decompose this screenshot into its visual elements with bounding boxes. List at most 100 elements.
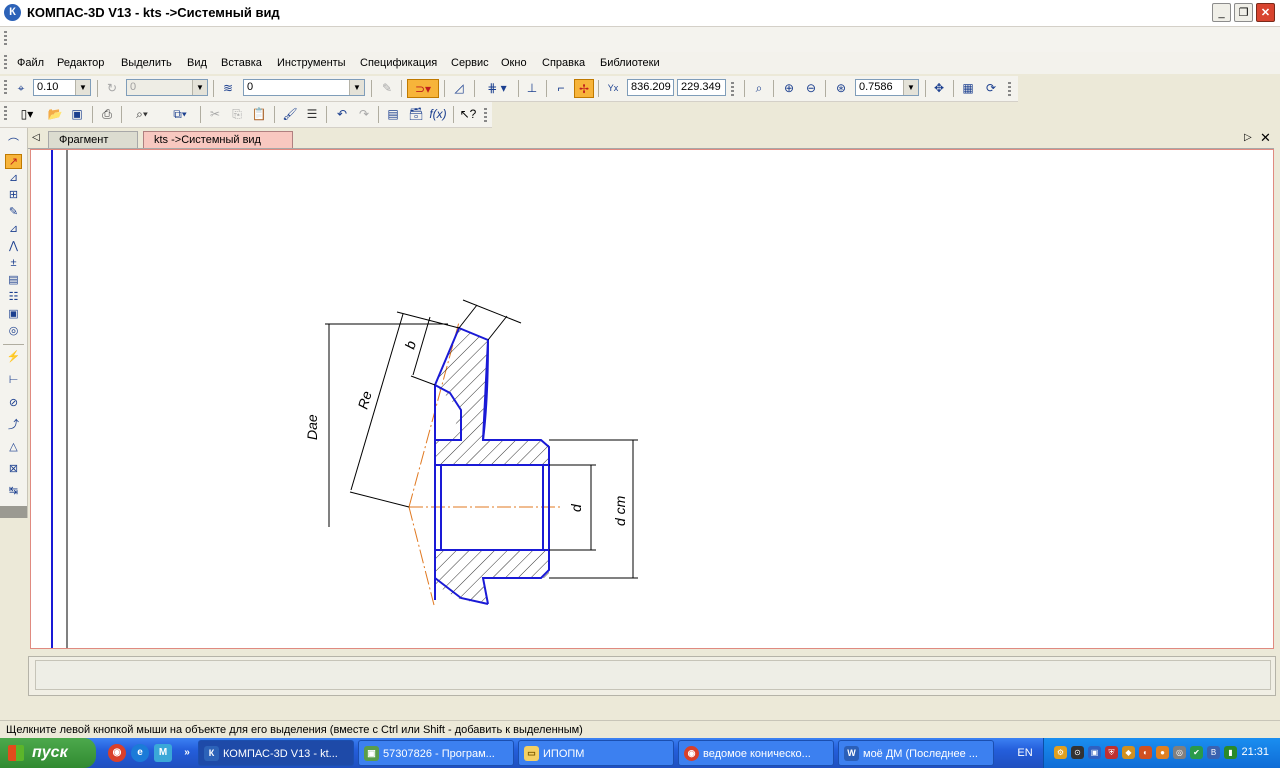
tray-volume-icon[interactable]: ◎: [1173, 746, 1186, 759]
local-cs-icon[interactable]: ⊥: [522, 79, 542, 98]
toolbar-grip[interactable]: [4, 31, 7, 47]
dimension-tool-icon[interactable]: ↹: [5, 484, 22, 499]
properties-list-icon[interactable]: ☰: [302, 105, 322, 124]
ie-quicklaunch-icon[interactable]: e: [131, 744, 149, 762]
dimensions-icon[interactable]: ⊿: [5, 171, 22, 186]
measure-icon[interactable]: ⋀: [5, 239, 22, 254]
tray-media-icon[interactable]: ◐: [1139, 746, 1152, 759]
print-preview-icon[interactable]: ⌕▾: [126, 105, 158, 124]
tray-usb-icon[interactable]: ✔: [1190, 746, 1203, 759]
grid-icon[interactable]: ⋕ ▾: [480, 79, 514, 98]
toolbar-grip[interactable]: [4, 106, 7, 122]
step-combo[interactable]: 0.10 ▼: [33, 79, 91, 96]
help-pointer-icon[interactable]: ↖?: [458, 105, 478, 124]
tray-shield-icon[interactable]: ⛨: [1105, 746, 1118, 759]
coord-y-field[interactable]: 229.349: [677, 79, 726, 96]
zoom-in-icon[interactable]: ⊕: [779, 79, 799, 98]
menu-libraries[interactable]: Библиотеки: [600, 57, 660, 69]
language-indicator[interactable]: EN: [1010, 738, 1040, 768]
spatial-curves-icon[interactable]: ⚡: [5, 350, 22, 365]
minimize-button[interactable]: _: [1212, 3, 1231, 22]
tray-network-icon[interactable]: ⚙: [1054, 746, 1067, 759]
tray-clock-icon[interactable]: ⊙: [1071, 746, 1084, 759]
toolbar-grip[interactable]: [484, 108, 487, 122]
task-word[interactable]: W моё ДМ (Последнее ...: [838, 740, 994, 766]
tab-system-view[interactable]: kts ->Системный вид: [143, 131, 293, 148]
ortho-icon[interactable]: ⌐: [551, 79, 571, 98]
quicklaunch-expand-icon[interactable]: »: [178, 744, 196, 762]
library-manager-icon[interactable]: 🗃: [406, 105, 426, 124]
task-kompas[interactable]: К КОМПАС-3D V13 - kt...: [198, 740, 354, 766]
tray-vk-icon[interactable]: B: [1207, 746, 1220, 759]
toolbar-grip[interactable]: [1008, 82, 1011, 96]
specification-icon[interactable]: ☷: [5, 290, 22, 305]
chevron-down-icon[interactable]: ▼: [903, 80, 918, 95]
menu-editor[interactable]: Редактор: [57, 57, 104, 69]
chevron-down-icon[interactable]: ▼: [75, 80, 90, 95]
zoom-window-icon[interactable]: ⌕: [749, 79, 769, 98]
layer-combo[interactable]: 0 ▼: [243, 79, 365, 96]
toolbar-grip[interactable]: [731, 82, 734, 96]
layers-icon[interactable]: ≋: [218, 79, 238, 98]
pan-icon[interactable]: ✥: [929, 79, 949, 98]
designations-icon[interactable]: ⊞: [5, 188, 22, 203]
show-all-icon[interactable]: ▦: [958, 79, 978, 98]
menu-service[interactable]: Сервис: [451, 57, 489, 69]
menu-view[interactable]: Вид: [187, 57, 207, 69]
hatch-tool-icon[interactable]: ⊠: [5, 462, 22, 477]
save-icon[interactable]: ▣: [67, 105, 87, 124]
menu-insert[interactable]: Вставка: [221, 57, 262, 69]
select-tool-icon[interactable]: ↗: [5, 154, 22, 169]
manager-icon[interactable]: ⧉▾: [163, 105, 197, 124]
close-tab-icon[interactable]: ✕: [1260, 130, 1271, 146]
tray-battery-icon[interactable]: ▮: [1224, 746, 1237, 759]
undo-icon[interactable]: ↶: [332, 105, 352, 124]
menu-select[interactable]: Выделить: [121, 57, 172, 69]
refresh-icon[interactable]: ⟳: [981, 79, 1001, 98]
scroll-left-icon[interactable]: ◁: [32, 132, 40, 143]
close-button[interactable]: ✕: [1256, 3, 1275, 22]
tray-app-icon[interactable]: ●: [1156, 746, 1169, 759]
mail-quicklaunch-icon[interactable]: M: [154, 744, 172, 762]
editing-icon[interactable]: ✎: [5, 205, 22, 220]
circle-tool-icon[interactable]: ⊘: [5, 396, 22, 411]
tray-update-icon[interactable]: ◆: [1122, 746, 1135, 759]
reports-icon[interactable]: ▣: [5, 307, 22, 322]
task-image-program[interactable]: ▣ 57307826 - Програм...: [358, 740, 514, 766]
tab-fragment[interactable]: Фрагмент: [48, 131, 138, 148]
print-icon[interactable]: ⎙: [97, 105, 117, 124]
geometry-icon[interactable]: ⌒: [5, 137, 22, 152]
scroll-right-icon[interactable]: ▷: [1244, 132, 1252, 143]
drawing-canvas[interactable]: Dae Re b d d ст: [30, 149, 1274, 649]
menu-tools[interactable]: Инструменты: [277, 57, 346, 69]
menu-window[interactable]: Окно: [501, 57, 527, 69]
round-icon[interactable]: ✢: [574, 79, 594, 98]
arc-tool-icon[interactable]: ⤴: [5, 418, 22, 433]
variables-icon[interactable]: f(x): [428, 105, 448, 124]
polygon-tool-icon[interactable]: △: [5, 440, 22, 455]
new-document-icon[interactable]: ▯▾: [12, 105, 42, 124]
line-tool-icon[interactable]: ⊢: [5, 373, 22, 388]
task-chrome[interactable]: ◉ ведомое коническо...: [678, 740, 834, 766]
menu-help[interactable]: Справка: [542, 57, 585, 69]
associative-view-icon[interactable]: ▤: [5, 273, 22, 288]
chevron-down-icon[interactable]: ▼: [349, 80, 364, 95]
zoom-scale-icon[interactable]: ⊛: [831, 79, 851, 98]
toolbar-grip[interactable]: [4, 80, 7, 96]
start-button[interactable]: пуск: [0, 738, 96, 768]
zoom-combo[interactable]: 0.7586 ▼: [855, 79, 919, 96]
layers-manager-icon[interactable]: ▤: [383, 105, 403, 124]
task-folder[interactable]: ▭ ИПОПМ: [518, 740, 674, 766]
coord-x-field[interactable]: 836.209: [627, 79, 674, 96]
menu-file[interactable]: Файл: [17, 57, 44, 69]
zoom-out-icon[interactable]: ⊖: [801, 79, 821, 98]
open-folder-icon[interactable]: 📂: [45, 105, 65, 124]
menu-specification[interactable]: Спецификация: [360, 57, 437, 69]
step-cursor-icon[interactable]: ⌖: [11, 79, 31, 98]
selection-set-icon[interactable]: ±: [5, 256, 22, 271]
menu-grip[interactable]: [4, 55, 7, 71]
restore-button[interactable]: ❐: [1234, 3, 1253, 22]
eraser-icon[interactable]: ◿: [449, 79, 469, 98]
parametrization-icon[interactable]: ⊿: [5, 222, 22, 237]
paste-icon[interactable]: 📋: [249, 105, 269, 124]
